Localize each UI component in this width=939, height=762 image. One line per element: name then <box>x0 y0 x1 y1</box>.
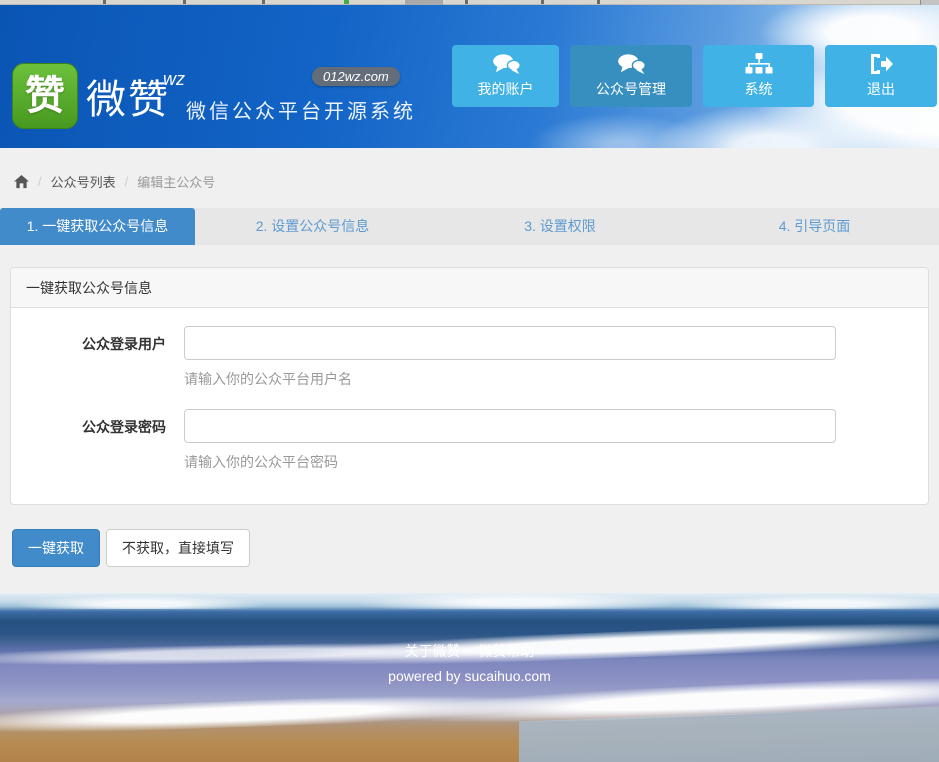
nav-label: 系统 <box>745 79 773 99</box>
brand-subtitle: 微信公众平台开源系统 <box>186 95 416 124</box>
password-label: 公众登录密码 <box>26 409 166 472</box>
nav-account-management-button[interactable]: 公众号管理 <box>570 45 692 107</box>
header: 赞 微赞 wz 微信公众平台开源系统 012wz.com 我的账户 <box>0 5 939 148</box>
footer: 关于微赞 微赞帮助 powered by sucaihuo.com <box>0 593 939 762</box>
toolbar-icon-fragment <box>597 0 600 4</box>
footer-links: 关于微赞 微赞帮助 <box>0 641 939 661</box>
toolbar-icon-fragment <box>344 0 349 4</box>
brand-suffix: wz <box>163 69 185 90</box>
nav-my-account-button[interactable]: 我的账户 <box>452 45 559 107</box>
toolbar-icon-fragment <box>465 0 468 4</box>
page: 赞 微赞 wz 微信公众平台开源系统 012wz.com 我的账户 <box>0 0 939 762</box>
username-col: 请输入你的公众平台用户名 <box>184 326 836 389</box>
breadcrumb-separator: / <box>125 174 129 189</box>
username-label: 公众登录用户 <box>26 326 166 389</box>
skip-fetch-button[interactable]: 不获取，直接填写 <box>106 529 250 567</box>
chat-bubbles-icon <box>491 53 521 75</box>
fetch-info-panel: 一键获取公众号信息 公众登录用户 请输入你的公众平台用户名 公众登录密码 请输入… <box>10 267 929 505</box>
powered-by-text: powered by sucaihuo.com <box>0 668 939 684</box>
step-tabs: 1. 一键获取公众号信息 2. 设置公众号信息 3. 设置权限 4. 引导页面 <box>0 208 939 245</box>
public-login-password-input[interactable] <box>184 409 836 443</box>
form-row-username: 公众登录用户 请输入你的公众平台用户名 <box>26 326 913 389</box>
public-login-username-input[interactable] <box>184 326 836 360</box>
password-col: 请输入你的公众平台密码 <box>184 409 836 472</box>
site-url-badge: 012wz.com <box>312 67 400 86</box>
breadcrumb-separator: / <box>38 174 42 189</box>
nav-label: 退出 <box>867 79 895 99</box>
sitemap-icon <box>745 53 773 75</box>
one-click-fetch-button[interactable]: 一键获取 <box>12 529 100 567</box>
wave-foam <box>0 690 560 738</box>
password-help-text: 请输入你的公众平台密码 <box>184 452 836 472</box>
toolbar-icon-fragment <box>183 0 186 4</box>
nav-system-button[interactable]: 系统 <box>703 45 814 107</box>
tab-set-account-info[interactable]: 2. 设置公众号信息 <box>195 208 430 245</box>
toolbar-icon-fragment <box>541 0 544 4</box>
weizan-logo[interactable]: 赞 <box>12 63 78 129</box>
home-icon[interactable] <box>14 175 29 189</box>
toolbar-icon-fragment <box>103 0 106 4</box>
form-actions: 一键获取 不获取，直接填写 <box>12 529 250 567</box>
brand-name: 微赞 <box>86 67 170 125</box>
toolbar-icon-fragment <box>262 0 265 4</box>
chat-bubbles-icon <box>616 53 646 75</box>
panel-title: 一键获取公众号信息 <box>11 268 928 308</box>
tab-fetch-account-info[interactable]: 1. 一键获取公众号信息 <box>0 208 195 245</box>
weizan-help-link[interactable]: 微赞帮助 <box>478 643 534 659</box>
breadcrumb: / 公众号列表 / 编辑主公众号 <box>14 172 215 191</box>
nav-label: 我的账户 <box>478 79 534 99</box>
nav-logout-button[interactable]: 退出 <box>825 45 937 107</box>
form-row-password: 公众登录密码 请输入你的公众平台密码 <box>26 409 913 472</box>
sign-out-icon <box>868 53 894 75</box>
username-help-text: 请输入你的公众平台用户名 <box>184 369 836 389</box>
top-nav: 我的账户 公众号管理 <box>452 45 937 107</box>
tab-guide-page[interactable]: 4. 引导页面 <box>690 208 939 245</box>
breadcrumb-item-current: 编辑主公众号 <box>137 172 215 191</box>
about-weizan-link[interactable]: 关于微赞 <box>405 643 461 659</box>
panel-body: 公众登录用户 请输入你的公众平台用户名 公众登录密码 请输入你的公众平台密码 <box>11 308 928 510</box>
tab-set-permissions[interactable]: 3. 设置权限 <box>430 208 690 245</box>
breadcrumb-item-account-list[interactable]: 公众号列表 <box>51 172 116 191</box>
footer-text: 关于微赞 微赞帮助 powered by sucaihuo.com <box>0 593 939 684</box>
nav-label: 公众号管理 <box>596 79 666 99</box>
